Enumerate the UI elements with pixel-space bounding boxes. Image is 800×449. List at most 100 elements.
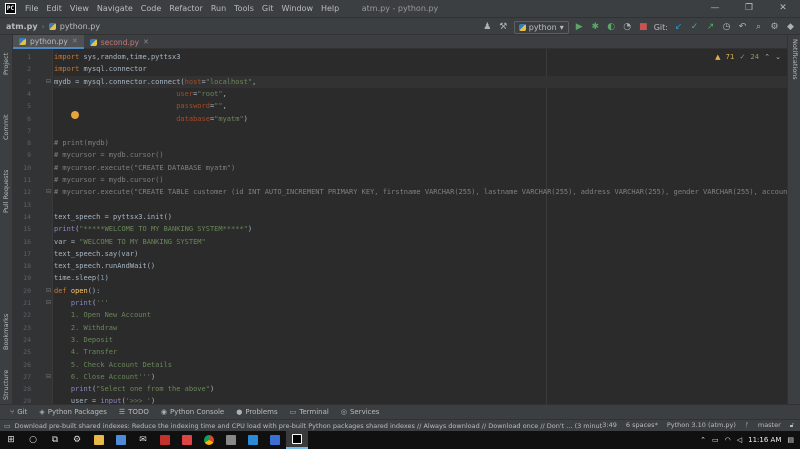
breadcrumb-project[interactable]: atm.py [6, 22, 38, 31]
code-line[interactable]: print("*****WELCOME TO MY BANKING SYSTEM… [54, 223, 252, 235]
code-editor[interactable]: 1 2 3 ⊟ 4 5 6 7 8 9 10 11 12 ⊟ 13 14 15 16 17 18 19 20 ⊟ 21 ⊟ 22 2… [13, 49, 787, 404]
menu-file[interactable]: File [21, 0, 42, 17]
inspection-widget[interactable]: ▲ 71 ✓ 24 ⌃ ⌄ [715, 53, 781, 61]
debug-icon[interactable]: ✱ [590, 22, 601, 33]
code-line[interactable]: 3. Deposit [54, 334, 113, 346]
pdf-reader-icon[interactable] [154, 431, 176, 449]
pycharm-taskbar-icon[interactable] [286, 431, 308, 449]
code-line[interactable]: # mycursor.execute("CREATE DATABASE myat… [54, 162, 235, 174]
code-area[interactable]: import sys,random,time,pyttsx3 import mys… [54, 49, 787, 404]
git-commit-icon[interactable]: ✓ [689, 22, 700, 33]
code-line[interactable]: text_speech.runAndWait() [54, 260, 155, 272]
hammer-icon[interactable]: ⚒ [498, 22, 509, 33]
tab-second-py[interactable]: second.py ✕ [84, 35, 155, 49]
notifications-icon[interactable]: ▤ [787, 436, 794, 444]
chevron-up-icon[interactable]: ⌃ [700, 436, 706, 444]
windows-start-icon[interactable]: ⊞ [0, 431, 22, 449]
indent-setting[interactable]: 6 spaces* [626, 421, 658, 430]
code-line[interactable]: import mysql.connector [54, 63, 147, 75]
code-line[interactable]: # mycursor.execute("CREATE TABLE custome… [54, 186, 787, 198]
file-explorer-icon[interactable] [88, 431, 110, 449]
chrome-icon[interactable] [198, 431, 220, 449]
code-line[interactable]: 4. Transfer [54, 346, 117, 358]
code-line[interactable]: import sys,random,time,pyttsx3 [54, 51, 180, 63]
run-configuration-select[interactable]: python ▾ [513, 20, 569, 34]
code-line[interactable]: 1. Open New Account [54, 309, 151, 321]
tool-window-python-console[interactable]: ◉ Python Console [161, 408, 224, 416]
pycharm-logo-icon[interactable]: PC [5, 3, 16, 14]
menu-navigate[interactable]: Navigate [93, 0, 137, 17]
menu-edit[interactable]: Edit [42, 0, 66, 17]
code-line[interactable]: password="", [54, 100, 227, 112]
vscode-icon[interactable] [242, 431, 264, 449]
code-line[interactable]: # print(mydb) [54, 137, 109, 149]
lock-icon[interactable]: 🔓︎ [790, 421, 794, 430]
tool-window-problems[interactable]: ● Problems [236, 408, 277, 416]
history-icon[interactable]: ◷ [721, 22, 732, 33]
fold-marker-icon[interactable]: ⊟ [46, 371, 51, 383]
code-line[interactable]: print(''' [54, 297, 109, 309]
chevron-up-icon[interactable]: ⌃ [764, 53, 770, 61]
tool-window-todo[interactable]: ☰ TODO [119, 408, 149, 416]
menu-code[interactable]: Code [137, 0, 165, 17]
search-icon[interactable]: ○ [22, 431, 44, 449]
tool-window-python-packages[interactable]: ◈ Python Packages [39, 408, 107, 416]
settings-icon[interactable]: ⚙ [66, 431, 88, 449]
python-interpreter[interactable]: Python 3.10 (atm.py) [667, 421, 736, 430]
fold-marker-icon[interactable]: ⊟ [46, 186, 51, 198]
minimize-button[interactable]: — [698, 0, 732, 17]
fold-marker-icon[interactable]: ⊟ [46, 285, 51, 297]
tool-window-git[interactable]: ⑂ Git [10, 408, 27, 416]
code-line[interactable]: user = input('>>> ') [54, 395, 155, 404]
tool-window-services[interactable]: ◎ Services [341, 408, 380, 416]
pycharm-tools-icon[interactable]: ◆ [785, 22, 796, 33]
menu-tools[interactable]: Tools [230, 0, 258, 17]
user-icon[interactable]: ♟ [482, 22, 493, 33]
run-icon[interactable]: ▶ [574, 22, 585, 33]
git-push-icon[interactable]: ↗ [705, 22, 716, 33]
menu-view[interactable]: View [66, 0, 93, 17]
code-line[interactable]: print("Select one from the above") [54, 383, 214, 395]
close-icon[interactable]: ✕ [143, 38, 149, 46]
coverage-icon[interactable]: ◐ [606, 22, 617, 33]
task-view-icon[interactable]: ⧉ [44, 431, 66, 449]
battery-icon[interactable]: ▭ [712, 436, 719, 444]
code-line[interactable]: var = "WELCOME TO MY BANKING SYSTEM" [54, 236, 206, 248]
status-message[interactable]: Download pre-built shared indexes: Reduc… [11, 422, 603, 430]
code-line[interactable]: text_speech.say(var) [54, 248, 138, 260]
app-blue-icon[interactable] [264, 431, 286, 449]
gear-icon[interactable]: ⚙ [769, 22, 780, 33]
volume-icon[interactable]: ◁ [737, 436, 742, 444]
menu-help[interactable]: Help [317, 0, 343, 17]
code-line[interactable]: # mycursor = mydb.cursor() [54, 174, 164, 186]
menu-run[interactable]: Run [207, 0, 230, 17]
git-branch[interactable]: master [758, 421, 781, 430]
tab-python-py[interactable]: python.py ✕ [13, 35, 84, 49]
caret-position[interactable]: 3:49 [602, 421, 617, 430]
chevron-down-icon[interactable]: ⌄ [775, 53, 781, 61]
fold-marker-icon[interactable]: ⊟ [46, 76, 51, 88]
stop-icon[interactable]: ■ [638, 22, 649, 33]
search-icon[interactable]: ⌕ [753, 22, 764, 33]
code-line[interactable]: 2. Withdraw [54, 322, 117, 334]
clock[interactable]: 11:16 AM [748, 436, 781, 444]
code-line[interactable]: database="myatm") [54, 113, 248, 125]
code-line[interactable]: 6. Close Account''') [54, 371, 155, 383]
intention-bulb-icon[interactable] [71, 111, 79, 119]
notification-icon[interactable]: ▭ [0, 422, 11, 430]
mail-icon[interactable]: ✉ [132, 431, 154, 449]
rollback-icon[interactable]: ↶ [737, 22, 748, 33]
wifi-icon[interactable]: ◠ [725, 436, 731, 444]
code-line[interactable]: # mycursor = mydb.cursor() [54, 149, 164, 161]
code-line[interactable]: def open(): [54, 285, 100, 297]
close-icon[interactable]: ✕ [72, 37, 78, 45]
code-line[interactable]: mydb = mysql.connector.connect(host="loc… [54, 76, 256, 88]
tool-window-terminal[interactable]: ▭ Terminal [290, 408, 329, 416]
code-line[interactable]: user="root", [54, 88, 227, 100]
app-gray-icon[interactable] [220, 431, 242, 449]
code-line[interactable]: time.sleep(1) [54, 272, 109, 284]
menu-git[interactable]: Git [258, 0, 278, 17]
breadcrumb-file[interactable]: python.py [60, 22, 100, 31]
menu-window[interactable]: Window [277, 0, 317, 17]
app-red-icon[interactable] [176, 431, 198, 449]
